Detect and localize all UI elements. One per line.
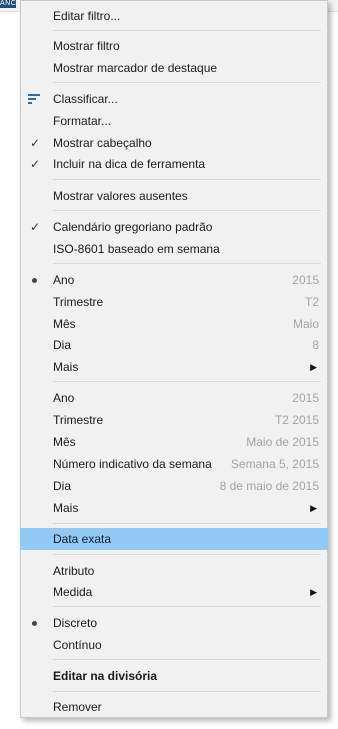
menu-item-remove[interactable]: Remover xyxy=(20,696,328,718)
menu-item-label: Classificar... xyxy=(53,92,118,106)
menu-item-day-value[interactable]: Dia 8 de maio de 2015 xyxy=(20,475,328,497)
menu-item-label: Discreto xyxy=(53,616,98,630)
menu-item-label: Mês xyxy=(53,435,76,449)
menu-item-more-parts[interactable]: Mais ▶ xyxy=(20,356,328,378)
menu-item-quarter-value[interactable]: Trimestre T2 2015 xyxy=(20,409,328,431)
menu-item-value: 2015 xyxy=(292,273,319,287)
menu-item-month-value[interactable]: Mês Maio de 2015 xyxy=(20,431,328,453)
menu-item-value: 8 xyxy=(312,338,319,352)
menu-item-label: Mês xyxy=(53,317,76,331)
menu-item-edit-filter[interactable]: Editar filtro... xyxy=(20,5,328,27)
menu-item-label: Calendário gregoriano padrão xyxy=(53,220,213,234)
menu-item-month-part[interactable]: Mês Maio xyxy=(20,313,328,335)
menu-item-format[interactable]: Formatar... xyxy=(20,110,328,132)
background-tab: ANC xyxy=(0,0,16,8)
menu-separator xyxy=(53,691,321,692)
menu-item-label: Mostrar filtro xyxy=(53,39,120,53)
menu-item-sort[interactable]: Classificar... xyxy=(20,88,328,110)
menu-item-label: Data exata xyxy=(53,532,112,546)
menu-item-label: Atributo xyxy=(53,564,95,578)
menu-item-more-values[interactable]: Mais ▶ xyxy=(20,497,328,519)
menu-item-show-header[interactable]: ✓ Mostrar cabeçalho xyxy=(20,132,328,154)
menu-item-discrete[interactable]: Discreto xyxy=(20,612,328,634)
menu-separator xyxy=(53,179,321,180)
menu-item-include-tooltip[interactable]: ✓ Incluir na dica de ferramenta xyxy=(20,153,328,175)
menu-item-label: Trimestre xyxy=(53,413,104,427)
menu-separator xyxy=(53,659,321,660)
submenu-arrow-icon: ▶ xyxy=(310,362,317,372)
menu-item-value: Semana 5, 2015 xyxy=(230,457,319,471)
menu-item-label: Trimestre xyxy=(53,295,104,309)
menu-item-exact-date[interactable]: Data exata xyxy=(20,528,328,550)
menu-item-label: Dia xyxy=(53,479,72,493)
menu-item-value: 8 de maio de 2015 xyxy=(219,479,319,493)
menu-separator xyxy=(53,30,321,31)
menu-item-label: Remover xyxy=(53,700,102,714)
menu-item-label: Mais xyxy=(53,501,79,515)
menu-item-label: Incluir na dica de ferramenta xyxy=(53,157,206,171)
radio-dot-icon xyxy=(32,621,37,626)
menu-item-show-filter[interactable]: Mostrar filtro xyxy=(20,35,328,57)
menu-separator xyxy=(53,210,321,211)
menu-item-value: T2 xyxy=(304,295,319,309)
menu-separator xyxy=(53,82,321,83)
menu-item-label: Contínuo xyxy=(53,638,102,652)
menu-item-day-part[interactable]: Dia 8 xyxy=(20,334,328,356)
menu-item-label: Medida xyxy=(53,585,93,599)
menu-item-value: Maio xyxy=(292,317,319,331)
menu-item-label: Editar filtro... xyxy=(53,9,121,23)
checkmark-icon: ✓ xyxy=(29,157,41,171)
menu-item-attribute[interactable]: Atributo xyxy=(20,560,328,582)
menu-item-label: ISO-8601 baseado em semana xyxy=(53,242,220,256)
menu-item-label: Editar na divisória xyxy=(53,669,158,683)
menu-item-year-part[interactable]: Ano 2015 xyxy=(20,269,328,291)
menu-item-label: Mostrar valores ausentes xyxy=(53,189,188,203)
menu-item-iso-week[interactable]: ISO-8601 baseado em semana xyxy=(20,238,328,260)
menu-item-edit-in-shelf[interactable]: Editar na divisória xyxy=(20,665,328,687)
menu-item-label: Dia xyxy=(53,338,72,352)
menu-separator xyxy=(53,523,321,524)
menu-item-label: Mostrar marcador de destaque xyxy=(53,61,218,75)
menu-item-continuous[interactable]: Contínuo xyxy=(20,634,328,656)
menu-item-show-missing[interactable]: Mostrar valores ausentes xyxy=(20,185,328,207)
menu-item-label: Ano xyxy=(53,391,75,405)
radio-dot-icon xyxy=(32,278,37,283)
menu-separator xyxy=(53,606,321,607)
menu-separator xyxy=(53,381,321,382)
menu-item-label: Mostrar cabeçalho xyxy=(53,136,152,150)
menu-item-show-highlighter[interactable]: Mostrar marcador de destaque xyxy=(20,57,328,79)
menu-item-label: Ano xyxy=(53,273,75,287)
menu-separator xyxy=(53,554,321,555)
checkmark-icon: ✓ xyxy=(29,220,41,234)
sort-icon xyxy=(28,94,40,104)
menu-item-year-value[interactable]: Ano 2015 xyxy=(20,387,328,409)
menu-item-label: Número indicativo da semana xyxy=(53,457,212,471)
menu-item-value: Maio de 2015 xyxy=(246,435,319,449)
submenu-arrow-icon: ▶ xyxy=(310,587,317,597)
menu-item-gregorian[interactable]: ✓ Calendário gregoriano padrão xyxy=(20,216,328,238)
submenu-arrow-icon: ▶ xyxy=(310,503,317,513)
menu-item-measure[interactable]: Medida ▶ xyxy=(20,581,328,603)
menu-item-label: Formatar... xyxy=(53,114,112,128)
menu-separator xyxy=(53,263,321,264)
checkmark-icon: ✓ xyxy=(29,136,41,150)
menu-item-value: T2 2015 xyxy=(274,413,319,427)
menu-item-value: 2015 xyxy=(292,391,319,405)
menu-item-quarter-part[interactable]: Trimestre T2 xyxy=(20,291,328,313)
menu-item-week-value[interactable]: Número indicativo da semana Semana 5, 20… xyxy=(20,453,328,475)
menu-item-label: Mais xyxy=(53,360,79,374)
